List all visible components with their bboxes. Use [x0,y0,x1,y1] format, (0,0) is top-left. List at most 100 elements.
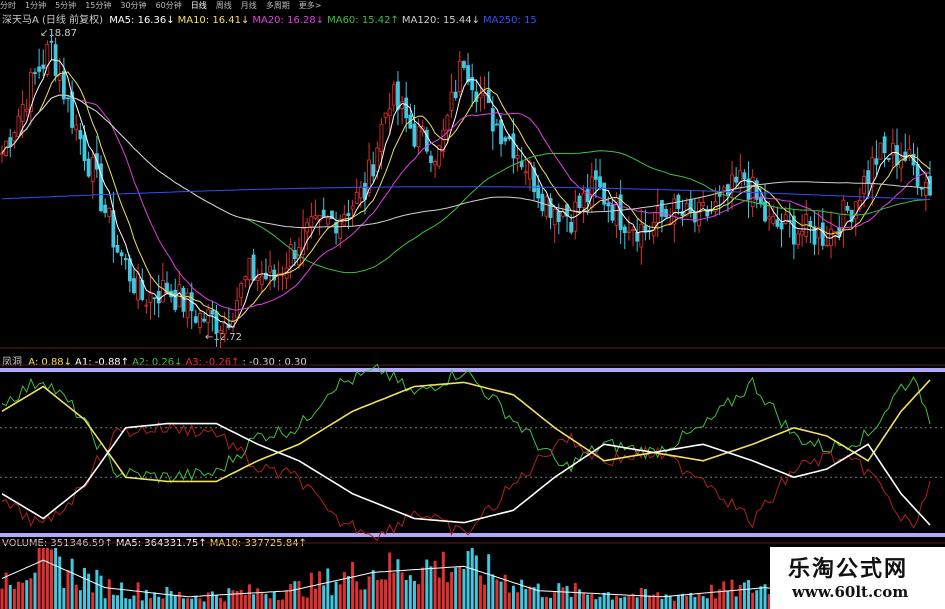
stock-chart[interactable] [0,0,945,609]
candle-body [499,119,503,145]
volume-bar [322,585,326,609]
volume-bar [103,598,107,609]
candle-body [895,145,899,165]
candle-body [325,217,330,225]
volume-bar [0,588,4,609]
ma60-line [1,94,931,274]
volume-bar [586,594,590,609]
candle-body [78,130,83,140]
candle-body [457,60,462,93]
candle-body [214,311,219,333]
candle-body [577,195,582,209]
candle-body [796,233,800,246]
volume-bar [107,579,111,609]
volume-bar [289,583,293,609]
volume-bar [437,577,441,609]
volume-bar [301,596,305,609]
volume-bar [557,583,561,609]
candle-body [49,40,54,43]
candle-body [198,313,202,328]
volume-bar [169,591,173,609]
candle-body [16,115,21,137]
candle-body [874,158,879,165]
candle-body [734,176,739,183]
volume-bar [260,592,264,609]
volume-bar [256,588,260,609]
volume-bar [54,548,58,609]
candle-body [210,310,215,315]
volume-bar [532,587,536,609]
candle-body [404,97,409,119]
volume-bar [573,583,577,609]
candle-body [841,199,846,231]
candle-body [503,137,508,142]
volume-bar [495,579,499,609]
candle-body [0,152,4,155]
volume-bar [594,599,598,609]
volume-bar [120,582,124,609]
volume-bar [33,572,37,609]
volume-bar [689,593,693,609]
volume-bar [285,591,289,609]
volume-bar [516,592,520,609]
volume-bar [95,569,99,609]
candle-body [544,196,549,217]
volume-bar [202,601,206,609]
candle-body [160,280,165,303]
volume-bar [210,591,214,609]
candle-body [354,192,359,204]
volume-bar [417,584,421,609]
candle-body [235,300,239,318]
volume-bar [656,592,660,609]
volume-bar [660,598,664,609]
volume-bar [470,548,474,609]
volume-bar [4,572,8,609]
volume-bar [351,561,355,609]
candle-body [919,187,924,190]
volume-bar [478,575,482,609]
candle-body [490,108,495,132]
candle-body [523,171,528,174]
candle-body [173,289,178,310]
volume-bar [78,590,82,609]
volume-bar [445,582,449,609]
volume-bar [615,595,619,609]
volume-bar [45,548,49,609]
volume-bar [569,596,573,609]
candle-body [886,158,891,160]
candle-body [8,137,13,147]
candle-body [820,222,825,246]
volume-bar [635,597,639,609]
volume-bar [462,568,466,609]
volume-bar [29,578,33,609]
volume-bar [610,599,614,609]
candle-body [462,61,466,68]
candle-body [313,215,318,219]
volume-bar [231,590,235,609]
volume-bar [396,559,400,609]
volume-bar [738,584,742,609]
volume-bar [153,592,157,609]
candle-body [688,199,693,214]
candle-body [391,84,396,106]
candle-body [433,160,437,166]
volume-bar [450,571,454,609]
candle-body [581,192,586,208]
volume-bar [87,573,91,609]
volume-bar [685,595,689,609]
candle-body [866,170,871,184]
volume-bar [483,584,487,609]
candle-body [181,287,186,312]
volume-bar [528,586,532,609]
indicator-band-bottom [0,533,945,537]
volume-bar [536,583,540,609]
indicator-a-line [1,379,931,483]
candle-body [74,124,79,131]
candle-body [882,136,887,154]
candle-body [255,276,260,281]
candle-body [589,176,594,209]
candle-body [90,156,95,182]
volume-bar [705,598,709,609]
candle-body [243,276,248,281]
volume-bar [751,592,755,609]
